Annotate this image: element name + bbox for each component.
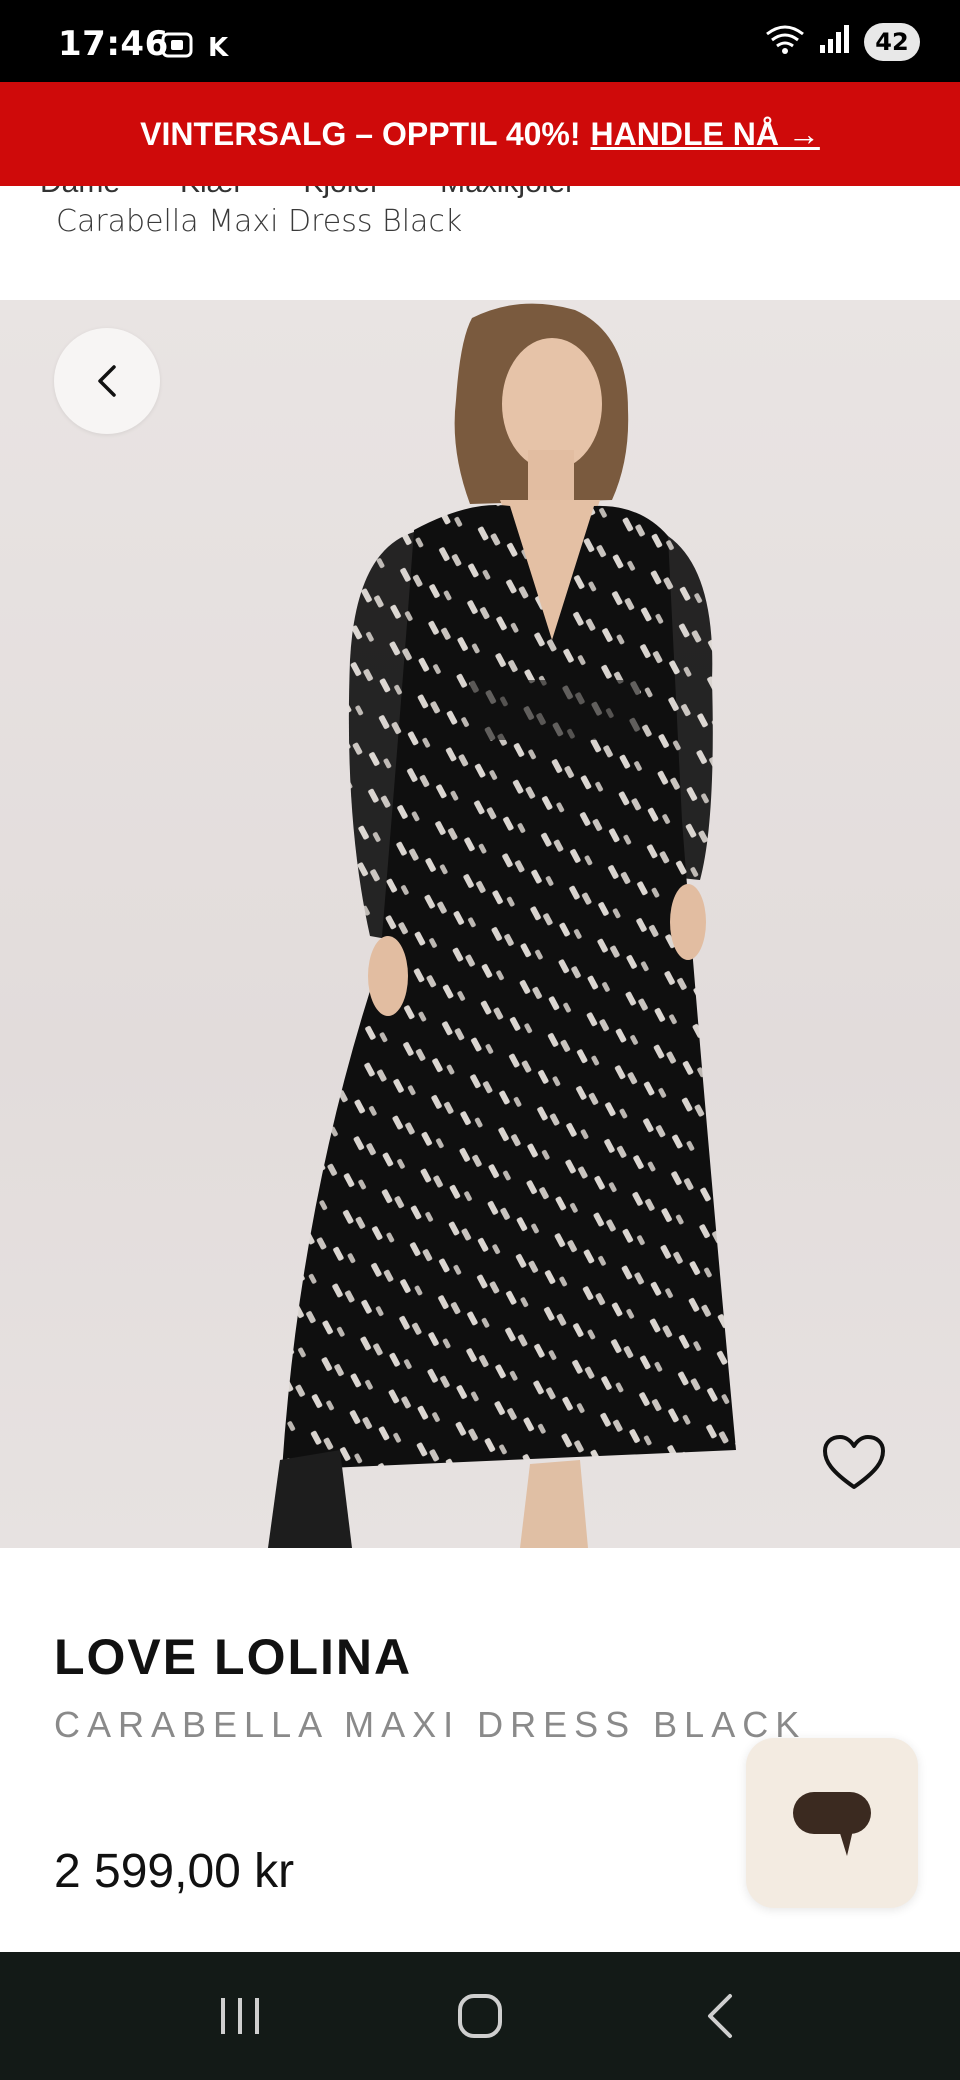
promo-banner[interactable]: VINTERSALG – OPPTIL 40%! HANDLE NÅ → — [0, 82, 960, 186]
back-arrow-icon — [708, 1994, 732, 2038]
brand-name[interactable]: LOVE LOLINA — [54, 1628, 412, 1686]
heart-outline-icon — [823, 1435, 885, 1489]
battery-indicator: 42 — [864, 22, 920, 61]
status-time: 17:46 — [58, 24, 169, 64]
product-photo — [268, 303, 736, 1548]
home-button[interactable] — [435, 1981, 525, 2051]
breadcrumb-trail: Dame Klær Kjoler Maxikjoler — [40, 186, 575, 200]
wifi-icon — [764, 22, 806, 61]
breadcrumb-item[interactable]: Kjoler — [303, 186, 380, 200]
chat-bubble-icon — [793, 1792, 871, 1856]
status-right-icons: 42 — [764, 22, 920, 61]
product-price: 2 599,00 kr — [54, 1845, 295, 1898]
screenshot-icon — [160, 30, 194, 65]
breadcrumb-item[interactable]: Maxikjoler — [440, 186, 575, 200]
recent-apps-icon — [221, 1998, 259, 2034]
chat-button[interactable] — [746, 1738, 918, 1908]
product-image[interactable] — [0, 300, 960, 1548]
wishlist-button[interactable] — [816, 1428, 892, 1498]
product-title: CARABELLA MAXI DRESS BLACK — [54, 1704, 807, 1745]
promo-shop-now-link[interactable]: HANDLE NÅ → — [591, 116, 820, 153]
system-nav-bar — [0, 1952, 960, 2080]
system-back-button[interactable] — [675, 1981, 765, 2051]
breadcrumb-item[interactable]: Dame — [40, 186, 120, 200]
chevron-left-icon — [98, 365, 116, 397]
status-bar: 17:46 K 42 — [0, 0, 960, 82]
back-button[interactable] — [54, 328, 160, 434]
recent-apps-button[interactable] — [195, 1981, 285, 2051]
breadcrumb-current: Carabella Maxi Dress Black — [56, 204, 463, 239]
signal-icon — [818, 23, 852, 60]
status-left-icons: K — [160, 30, 228, 65]
breadcrumb-item[interactable]: Klær — [180, 186, 243, 200]
promo-text: VINTERSALG – OPPTIL 40%! — [140, 115, 581, 152]
breadcrumb: Dame Klær Kjoler Maxikjoler Carabella Ma… — [0, 186, 960, 300]
carrier-letter: K — [208, 32, 229, 63]
home-icon — [458, 1994, 502, 2038]
